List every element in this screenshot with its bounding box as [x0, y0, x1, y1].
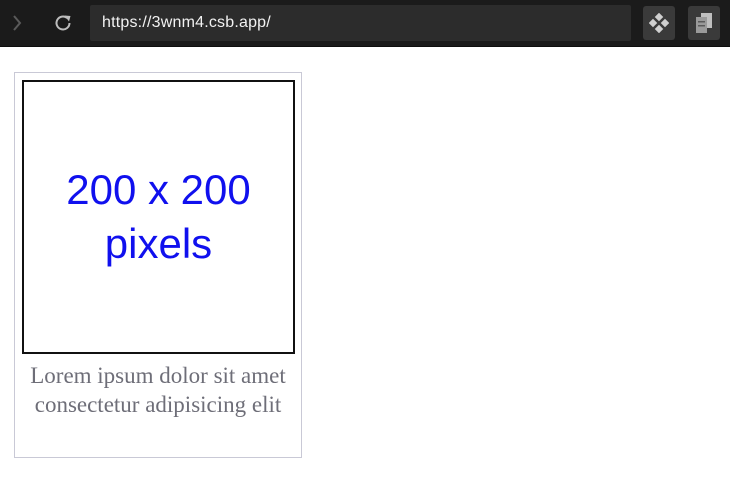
chevron-right-icon [13, 15, 22, 31]
puzzle-icon [649, 13, 669, 33]
copy-icon [696, 13, 712, 33]
forward-button[interactable] [2, 8, 32, 38]
browser-toolbar: https://3wnm4.csb.app/ [0, 0, 730, 47]
placeholder-label: 200 x 200 pixels [39, 163, 279, 271]
address-bar[interactable]: https://3wnm4.csb.app/ [90, 5, 631, 41]
extension-button-puzzle[interactable] [643, 6, 675, 40]
reload-icon [55, 15, 71, 31]
placeholder-unit: pixels [104, 220, 213, 267]
figure-caption: Lorem ipsum dolor sit amet consectetur a… [30, 363, 286, 417]
placeholder-dimensions: 200 x 200 [66, 166, 251, 213]
reload-button[interactable] [48, 8, 78, 38]
extension-button-copy[interactable] [688, 6, 720, 40]
url-text: https://3wnm4.csb.app/ [102, 14, 271, 31]
placeholder-image: 200 x 200 pixels [22, 80, 295, 354]
figure-card: 200 x 200 pixels Lorem ipsum dolor sit a… [14, 72, 302, 458]
